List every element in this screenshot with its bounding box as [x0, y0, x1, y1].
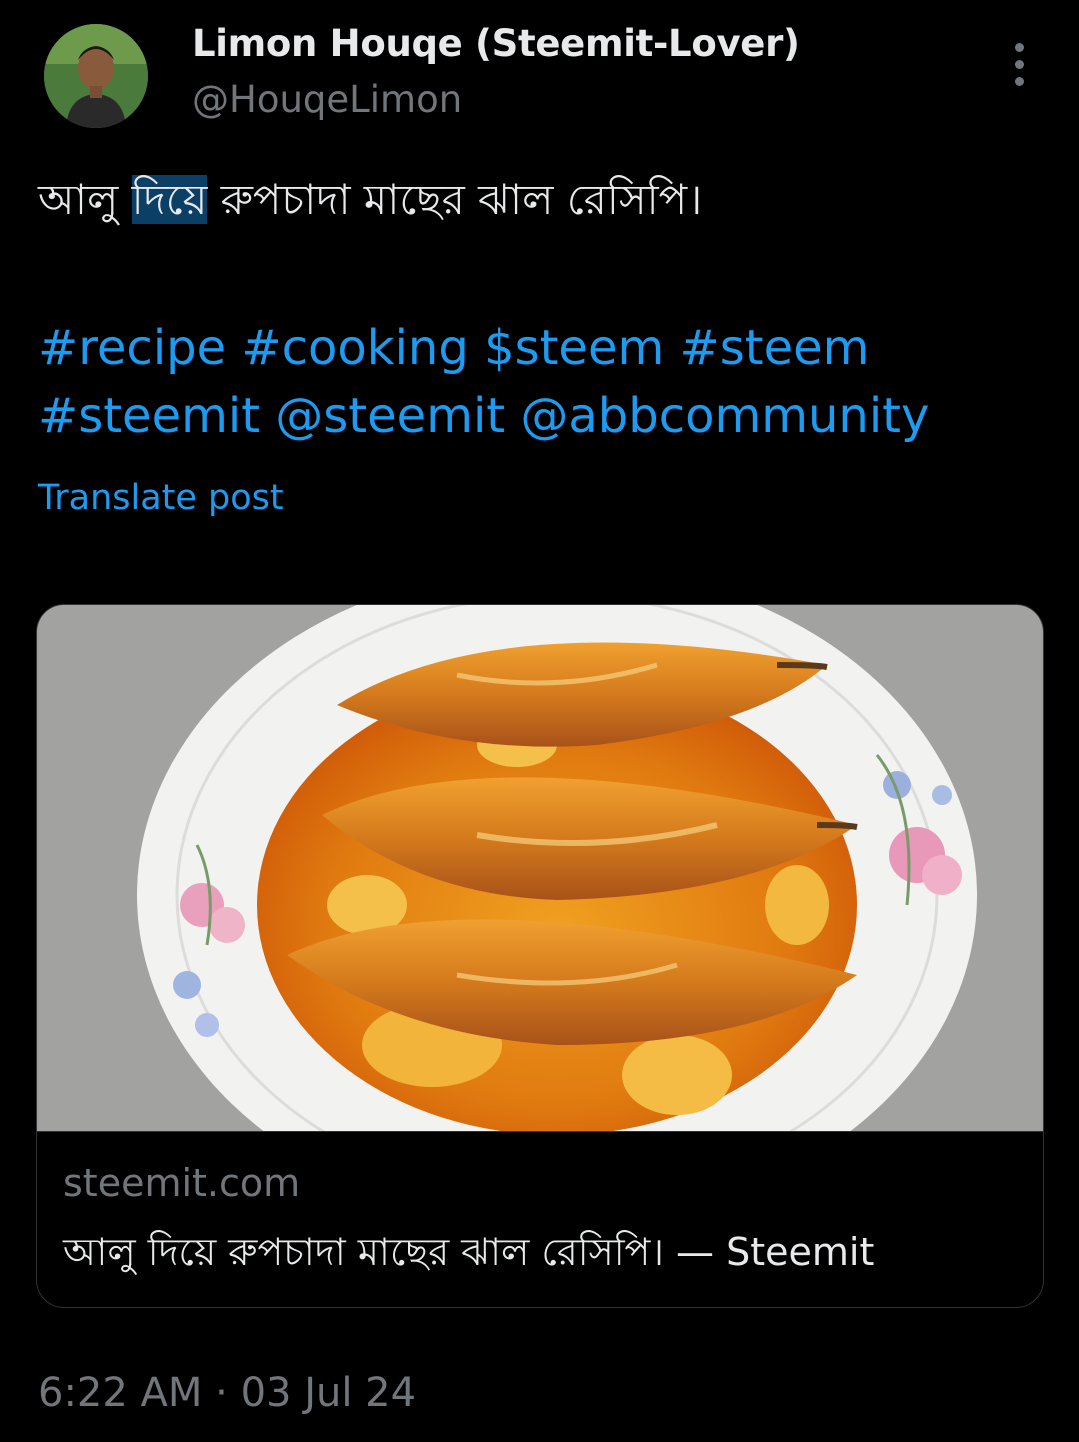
author-handle[interactable]: @HouqeLimon	[192, 78, 462, 121]
post-text: আলু দিয়ে রুপচাদা মাছের ঝাল রেসিপি।	[38, 172, 702, 228]
hashtag-link[interactable]: #steemit	[38, 388, 260, 444]
mention-link[interactable]: @steemit	[275, 388, 505, 444]
post-text-before: আলু	[38, 175, 132, 224]
card-image[interactable]	[37, 605, 1043, 1132]
mention-link[interactable]: @abbcommunity	[520, 388, 929, 444]
post-date[interactable]: 03 Jul 24	[241, 1370, 417, 1416]
timestamp-separator: ·	[202, 1370, 241, 1416]
more-vertical-icon	[1015, 43, 1024, 52]
more-options-button[interactable]	[996, 38, 1044, 90]
hashtag-link[interactable]: #cooking	[241, 320, 468, 376]
avatar[interactable]	[44, 24, 148, 128]
post-text-selection: দিয়ে	[131, 175, 208, 224]
hashtag-link[interactable]: #recipe	[38, 320, 226, 376]
post-text-after: রুপচাদা মাছের ঝাল রেসিপি।	[207, 175, 703, 224]
post-timestamp: 6:22 AM · 03 Jul 24	[38, 1370, 416, 1416]
post-time[interactable]: 6:22 AM	[38, 1370, 202, 1416]
card-domain: steemit.com	[63, 1161, 301, 1205]
post-tags: #recipe #cooking $steem #steem #steemit …	[38, 314, 1038, 450]
fish-curry-photo-icon	[37, 605, 1043, 1131]
cashtag-link[interactable]: $steem	[484, 320, 664, 376]
hashtag-link[interactable]: #steem	[680, 320, 870, 376]
more-vertical-icon-dot	[1015, 60, 1024, 69]
card-title: আলু দিয়ে রুপচাদা মাছের ঝাল রেসিপি। — St…	[63, 1230, 875, 1274]
translate-post-link[interactable]: Translate post	[38, 478, 284, 518]
more-vertical-icon-dot	[1015, 77, 1024, 86]
profile-photo-icon	[44, 24, 148, 128]
author-display-name[interactable]: Limon Houqe (Steemit-Lover)	[192, 22, 800, 65]
link-preview-card[interactable]: steemit.com আলু দিয়ে রুপচাদা মাছের ঝাল …	[36, 604, 1044, 1308]
post-header: Limon Houqe (Steemit-Lover) @HouqeLimon	[0, 0, 1079, 140]
